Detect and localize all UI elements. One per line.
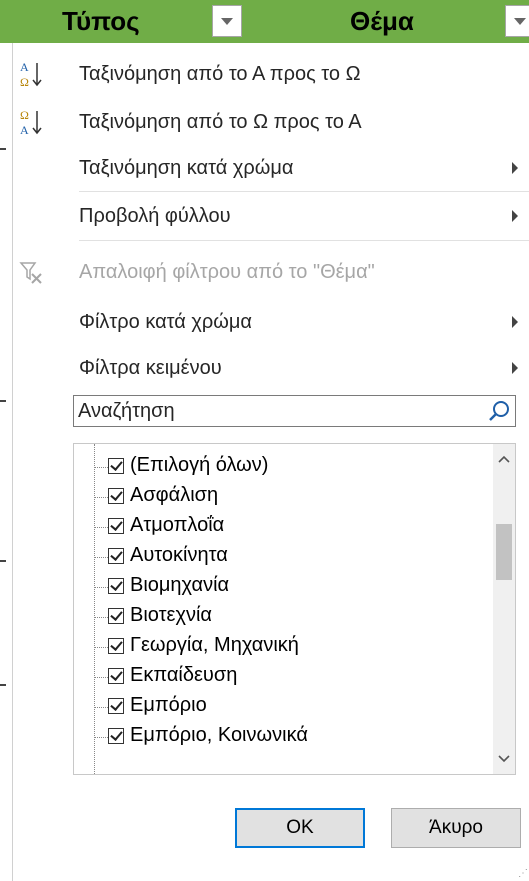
list-item[interactable]: Εμπόριο, Κοινωνικά bbox=[74, 722, 484, 752]
filter-values-list[interactable]: (Επιλογή όλων) Ασφάλιση Ατμοπλοΐα Αυτοκί… bbox=[73, 443, 516, 775]
ok-button[interactable]: OK bbox=[235, 808, 365, 848]
list-item-label: (Επιλογή όλων) bbox=[130, 454, 269, 476]
sheet-edge-mark bbox=[0, 400, 6, 402]
clear-filter-icon bbox=[19, 262, 42, 284]
submenu-arrow-icon bbox=[512, 210, 518, 222]
menu-item-filter-by-color[interactable]: Φίλτρο κατά χρώμα bbox=[13, 299, 529, 345]
submenu-arrow-icon bbox=[512, 362, 518, 374]
list-item[interactable]: Εμπόριο bbox=[74, 692, 484, 722]
scroll-up-icon[interactable] bbox=[498, 454, 510, 466]
sort-az-icon: A Ω bbox=[20, 60, 42, 89]
list-item-label: Ασφάλιση bbox=[130, 484, 219, 506]
menu-item-label: Φίλτρα κειμένου bbox=[79, 356, 222, 379]
checkbox[interactable] bbox=[108, 578, 124, 594]
checkbox[interactable] bbox=[108, 458, 124, 474]
menu-item-text-filters[interactable]: Φίλτρα κειμένου bbox=[13, 345, 529, 391]
sheet-edge-mark bbox=[0, 684, 6, 686]
column-header-type: Τύπος bbox=[62, 6, 140, 36]
list-item[interactable]: Βιομηχανία bbox=[74, 572, 484, 602]
list-item-label: Βιομηχανία bbox=[130, 574, 230, 596]
vertical-scrollbar[interactable] bbox=[493, 444, 515, 774]
column-header-subject: Θέμα bbox=[350, 6, 414, 36]
svg-text:A: A bbox=[20, 60, 29, 74]
menu-item-label: Ταξινόμηση από το Ω προς το Α bbox=[79, 110, 362, 133]
menu-item-label: Φίλτρο κατά χρώμα bbox=[79, 310, 252, 333]
menu-item-sort-az[interactable]: A Ω Ταξινόμηση από το Α προς το Ω bbox=[13, 51, 529, 97]
filter-dropdown-button-type[interactable] bbox=[212, 5, 242, 37]
list-item-label: Γεωργία, Μηχανική bbox=[130, 634, 299, 656]
menu-item-label: Ταξινόμηση από το Α προς το Ω bbox=[79, 62, 361, 85]
checkbox[interactable] bbox=[108, 548, 124, 564]
autofilter-menu: A Ω Ταξινόμηση από το Α προς το Ω Ω A Τα… bbox=[12, 43, 529, 881]
checkbox[interactable] bbox=[108, 728, 124, 744]
filter-dropdown-button-subject[interactable] bbox=[505, 5, 529, 37]
menu-item-label: Ταξινόμηση κατά χρώμα bbox=[79, 156, 294, 179]
list-item[interactable]: Εκπαίδευση bbox=[74, 662, 484, 692]
search-input[interactable]: Αναζήτηση bbox=[73, 395, 516, 427]
list-item-label: Βιοτεχνία bbox=[130, 604, 212, 626]
resize-grip-icon[interactable]: ⋰ bbox=[518, 868, 528, 879]
list-item-label: Αυτοκίνητα bbox=[130, 544, 228, 566]
svg-text:A: A bbox=[20, 123, 29, 137]
list-item[interactable]: (Επιλογή όλων) bbox=[74, 452, 484, 482]
menu-item-sort-by-color[interactable]: Ταξινόμηση κατά χρώμα bbox=[13, 145, 529, 191]
menu-separator bbox=[79, 191, 529, 192]
scroll-down-icon[interactable] bbox=[498, 752, 510, 764]
svg-text:Ω: Ω bbox=[20, 75, 29, 89]
menu-item-sort-za[interactable]: Ω A Ταξινόμηση από το Ω προς το Α bbox=[13, 99, 529, 145]
list-item[interactable]: Ασφάλιση bbox=[74, 482, 484, 512]
cancel-button[interactable]: Άκυρο bbox=[391, 808, 521, 848]
column-header-bar: Τύπος Θέμα bbox=[0, 0, 529, 43]
sheet-edge-mark bbox=[0, 148, 6, 150]
checkbox[interactable] bbox=[108, 698, 124, 714]
list-item-label: Ατμοπλοΐα bbox=[130, 514, 225, 536]
list-item[interactable]: Βιοτεχνία bbox=[74, 602, 484, 632]
sheet-edge-mark bbox=[0, 560, 6, 562]
checkbox[interactable] bbox=[108, 668, 124, 684]
search-placeholder: Αναζήτηση bbox=[78, 400, 175, 422]
checkbox[interactable] bbox=[108, 518, 124, 534]
list-item[interactable]: Ατμοπλοΐα bbox=[74, 512, 484, 542]
chevron-down-icon bbox=[514, 17, 526, 25]
checkbox[interactable] bbox=[108, 638, 124, 654]
list-item[interactable]: Αυτοκίνητα bbox=[74, 542, 484, 572]
sort-za-icon: Ω A bbox=[20, 108, 42, 137]
scrollbar-thumb[interactable] bbox=[496, 524, 512, 580]
menu-item-label: Προβολή φύλλου bbox=[79, 204, 231, 227]
submenu-arrow-icon bbox=[512, 162, 518, 174]
list-item-label: Εμπόριο, Κοινωνικά bbox=[130, 724, 308, 746]
checkbox[interactable] bbox=[108, 488, 124, 504]
list-item-label: Εκπαίδευση bbox=[130, 664, 238, 686]
submenu-arrow-icon bbox=[512, 316, 518, 328]
svg-text:Ω: Ω bbox=[20, 108, 29, 122]
checkbox[interactable] bbox=[108, 608, 124, 624]
menu-item-clear-filter[interactable]: Απαλοιφή φίλτρου από το "Θέμα" bbox=[13, 249, 529, 295]
search-icon[interactable] bbox=[487, 399, 511, 423]
menu-item-label: Απαλοιφή φίλτρου από το "Θέμα" bbox=[79, 260, 375, 283]
list-item-label: Εμπόριο bbox=[130, 694, 207, 716]
list-item[interactable]: Γεωργία, Μηχανική bbox=[74, 632, 484, 662]
menu-item-sheet-view[interactable]: Προβολή φύλλου bbox=[13, 193, 529, 239]
chevron-down-icon bbox=[221, 17, 233, 25]
menu-separator bbox=[79, 240, 529, 241]
